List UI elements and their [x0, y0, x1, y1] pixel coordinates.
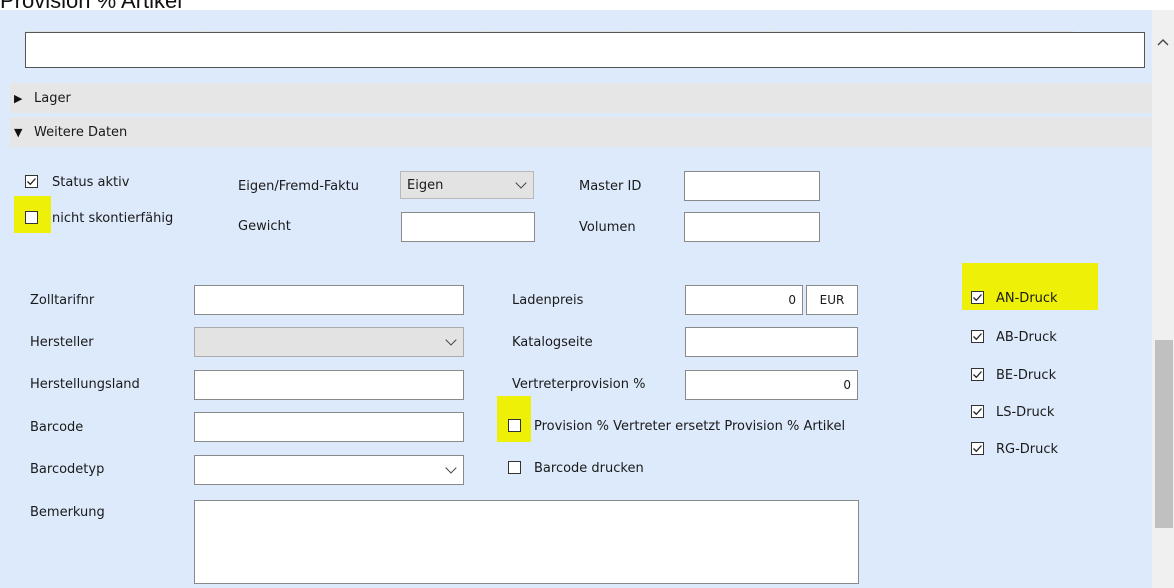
eigen-fremd-select[interactable]: Eigen	[400, 171, 534, 199]
ladenpreis-input[interactable]: 0	[685, 285, 803, 315]
vertreterprovision-input[interactable]: 0	[685, 370, 858, 400]
herstellungsland-label: Herstellungsland	[30, 377, 140, 392]
check-icon	[973, 371, 982, 379]
barcode-input[interactable]	[194, 412, 464, 442]
barcode-label: Barcode	[30, 420, 84, 435]
master-id-input[interactable]	[684, 171, 820, 201]
an-druck-label: AN-Druck	[996, 291, 1058, 306]
nicht-skontierfaehig-checkbox[interactable]	[25, 211, 38, 224]
grid-area[interactable]	[25, 32, 1145, 68]
check-icon	[973, 333, 982, 341]
hersteller-select[interactable]	[194, 327, 464, 357]
collapse-arrow-icon: ▼	[14, 125, 23, 139]
ab-druck-checkbox[interactable]	[971, 330, 984, 343]
bemerkung-label: Bemerkung	[30, 505, 105, 520]
volumen-input[interactable]	[684, 212, 820, 242]
grid-header	[26, 21, 1074, 32]
ls-druck-checkbox[interactable]	[971, 405, 984, 418]
scroll-up-button[interactable]	[1152, 32, 1174, 52]
ladenpreis-label: Ladenpreis	[512, 293, 584, 308]
barcodetyp-label: Barcodetyp	[30, 462, 105, 477]
chevron-down-icon	[515, 177, 527, 189]
check-icon	[27, 178, 36, 186]
an-druck-checkbox[interactable]	[971, 291, 984, 304]
section-lager[interactable]: ▶ Lager	[10, 83, 1152, 113]
gewicht-input[interactable]	[401, 212, 535, 242]
currency-field: EUR	[806, 285, 858, 315]
be-druck-checkbox[interactable]	[971, 368, 984, 381]
provision-ersetzt-label: Provision % Vertreter ersetzt Provision …	[534, 419, 846, 434]
scrollbar-thumb[interactable]	[1155, 340, 1173, 528]
nicht-skontierfaehig-label: nicht skontierfähig	[52, 211, 174, 226]
chevron-down-icon	[445, 462, 457, 474]
section-weitere-daten-label: Weitere Daten	[34, 124, 128, 140]
expand-arrow-icon: ▶	[14, 91, 23, 105]
bemerkung-textarea[interactable]	[194, 500, 859, 584]
section-lager-label: Lager	[34, 90, 71, 106]
katalogseite-input[interactable]	[685, 327, 858, 357]
rg-druck-label: RG-Druck	[996, 442, 1059, 457]
provision-ersetzt-checkbox[interactable]	[508, 419, 521, 432]
chevron-up-icon	[1157, 39, 1169, 46]
volumen-label: Volumen	[579, 220, 636, 235]
check-icon	[973, 294, 982, 302]
ls-druck-label: LS-Druck	[996, 405, 1055, 420]
section-weitere-daten[interactable]: ▼ Weitere Daten	[10, 117, 1152, 147]
gewicht-label: Gewicht	[238, 219, 291, 234]
barcodetyp-select[interactable]	[194, 455, 464, 485]
herstellungsland-input[interactable]	[194, 370, 464, 400]
hersteller-label: Hersteller	[30, 335, 94, 350]
katalogseite-label: Katalogseite	[512, 335, 593, 350]
ab-druck-label: AB-Druck	[996, 330, 1057, 345]
zolltarifnr-label: Zolltarifnr	[30, 293, 95, 308]
be-druck-label: BE-Druck	[996, 368, 1057, 383]
barcode-drucken-label: Barcode drucken	[534, 461, 644, 476]
vertreterprovision-label: Vertreterprovision %	[512, 377, 646, 392]
barcode-drucken-checkbox[interactable]	[508, 461, 521, 474]
check-icon	[973, 408, 982, 416]
eigen-fremd-label: Eigen/Fremd-Faktu	[238, 179, 360, 194]
status-aktiv-checkbox[interactable]	[25, 175, 38, 188]
check-icon	[973, 445, 982, 453]
status-aktiv-label: Status aktiv	[52, 175, 130, 190]
eigen-fremd-value: Eigen	[407, 177, 444, 193]
rg-druck-checkbox[interactable]	[971, 442, 984, 455]
master-id-label: Master ID	[579, 179, 642, 194]
chevron-down-icon	[445, 334, 457, 346]
zolltarifnr-input[interactable]	[194, 285, 464, 315]
